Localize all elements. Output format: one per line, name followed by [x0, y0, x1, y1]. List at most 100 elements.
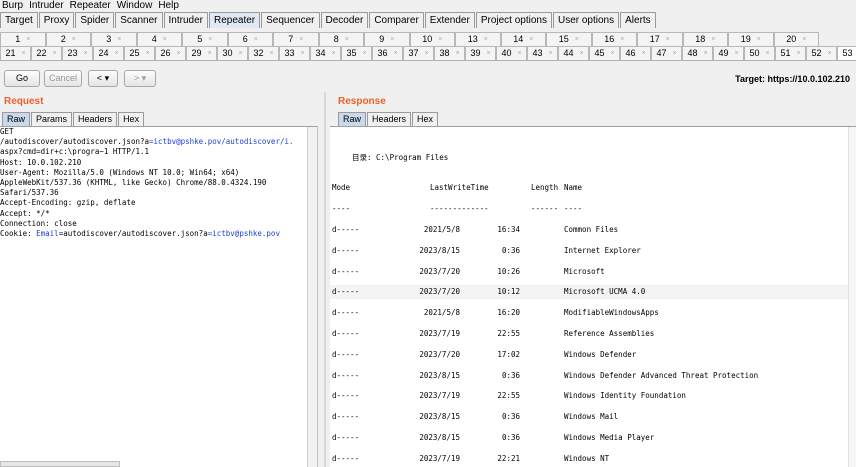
close-tab-icon[interactable]: × [207, 47, 211, 60]
close-tab-icon[interactable]: × [711, 33, 715, 46]
tab-proxy[interactable]: Proxy [38, 12, 75, 28]
close-tab-icon[interactable]: × [299, 33, 303, 46]
menu-intruder[interactable]: Intruder [29, 0, 63, 11]
request-tab-53[interactable]: 53× [837, 46, 856, 60]
close-tab-icon[interactable]: × [254, 33, 258, 46]
request-tab-6[interactable]: 6 × [227, 32, 273, 46]
tab-decoder[interactable]: Decoder [320, 12, 369, 28]
request-tab-34[interactable]: 34 × [310, 46, 341, 60]
tab-project-options[interactable]: Project options [475, 12, 552, 28]
close-tab-icon[interactable]: × [672, 47, 676, 60]
request-tab-38[interactable]: 38 × [434, 46, 465, 60]
request-tab-37[interactable]: 37 × [403, 46, 434, 60]
close-tab-icon[interactable]: × [21, 47, 25, 60]
close-tab-icon[interactable]: × [827, 47, 831, 60]
request-tab-20[interactable]: 20 × [773, 32, 819, 46]
close-tab-icon[interactable]: × [117, 33, 121, 46]
request-tab-18[interactable]: 18 × [682, 32, 728, 46]
close-tab-icon[interactable]: × [52, 47, 56, 60]
close-tab-icon[interactable]: × [802, 33, 806, 46]
request-tab-30[interactable]: 30 × [217, 46, 248, 60]
request-tab-8[interactable]: 8 × [318, 32, 364, 46]
close-tab-icon[interactable]: × [548, 47, 552, 60]
close-tab-icon[interactable]: × [424, 47, 428, 60]
tab-user-options[interactable]: User options [552, 12, 620, 28]
split-divider[interactable] [324, 92, 326, 467]
request-tab-params[interactable]: Params [31, 112, 73, 126]
request-tab-44[interactable]: 44 × [558, 46, 589, 60]
back-button[interactable]: < ▾ [88, 70, 118, 87]
request-vertical-scrollbar[interactable] [307, 127, 317, 467]
request-tab-22[interactable]: 22 × [31, 46, 62, 60]
request-tab-49[interactable]: 49 × [713, 46, 744, 60]
close-tab-icon[interactable]: × [796, 47, 800, 60]
close-tab-icon[interactable]: × [486, 47, 490, 60]
request-tab-3[interactable]: 3 × [91, 32, 137, 46]
tab-spider[interactable]: Spider [75, 12, 115, 28]
tab-comparer[interactable]: Comparer [369, 12, 424, 28]
request-tab-25[interactable]: 25 × [124, 46, 155, 60]
menu-burp[interactable]: Burp [2, 0, 23, 11]
close-tab-icon[interactable]: × [484, 33, 488, 46]
request-tab-7[interactable]: 7 × [273, 32, 319, 46]
request-tab-2[interactable]: 2 × [45, 32, 91, 46]
close-tab-icon[interactable]: × [575, 33, 579, 46]
close-tab-icon[interactable]: × [765, 47, 769, 60]
request-tab-1[interactable]: 1 × [0, 32, 46, 46]
close-tab-icon[interactable]: × [345, 33, 349, 46]
response-tab-headers[interactable]: Headers [367, 112, 412, 126]
close-tab-icon[interactable]: × [641, 47, 645, 60]
request-tab-26[interactable]: 26 × [155, 46, 186, 60]
request-tab-52[interactable]: 52 × [806, 46, 837, 60]
close-tab-icon[interactable]: × [393, 47, 397, 60]
tab-target[interactable]: Target [0, 12, 38, 28]
close-tab-icon[interactable]: × [300, 47, 304, 60]
request-tab-47[interactable]: 47 × [651, 46, 682, 60]
cancel-button[interactable]: Cancel [44, 70, 82, 87]
request-text[interactable]: GET/autodiscover/autodiscover.json?a=ict… [0, 127, 317, 239]
menu-help[interactable]: Help [158, 0, 179, 11]
request-tab-33[interactable]: 33 × [279, 46, 310, 60]
menu-repeater[interactable]: Repeater [70, 0, 111, 11]
request-tab-hex[interactable]: Hex [118, 112, 145, 126]
target-label[interactable]: Target: https://10.0.102.210 [735, 74, 850, 84]
close-tab-icon[interactable]: × [208, 33, 212, 46]
menu-window[interactable]: Window [117, 0, 153, 11]
request-tab-headers[interactable]: Headers [73, 112, 118, 126]
tab-extender[interactable]: Extender [424, 12, 475, 28]
response-editor[interactable]: 目录: C:\Program Files Mode LastWriteTime … [330, 126, 856, 467]
request-tab-raw[interactable]: Raw [2, 112, 31, 126]
close-tab-icon[interactable]: × [438, 33, 442, 46]
request-tab-24[interactable]: 24 × [93, 46, 124, 60]
request-editor[interactable]: GET/autodiscover/autodiscover.json?a=ict… [0, 126, 318, 467]
request-tab-40[interactable]: 40 × [496, 46, 527, 60]
request-tab-39[interactable]: 39 × [465, 46, 496, 60]
request-tab-13[interactable]: 13 × [455, 32, 501, 46]
request-tab-46[interactable]: 46 × [620, 46, 651, 60]
request-tab-17[interactable]: 17 × [637, 32, 683, 46]
tab-intruder[interactable]: Intruder [163, 12, 208, 28]
close-tab-icon[interactable]: × [734, 47, 738, 60]
close-tab-icon[interactable]: × [517, 47, 521, 60]
close-tab-icon[interactable]: × [238, 47, 242, 60]
tab-repeater[interactable]: Repeater [208, 12, 261, 28]
request-tab-23[interactable]: 23 × [62, 46, 93, 60]
close-tab-icon[interactable]: × [579, 47, 583, 60]
request-tab-19[interactable]: 19 × [728, 32, 774, 46]
close-tab-icon[interactable]: × [83, 47, 87, 60]
request-tab-45[interactable]: 45 × [589, 46, 620, 60]
request-tab-5[interactable]: 5 × [182, 32, 228, 46]
close-tab-icon[interactable]: × [390, 33, 394, 46]
response-tab-hex[interactable]: Hex [412, 112, 439, 126]
request-tab-10[interactable]: 10 × [409, 32, 455, 46]
close-tab-icon[interactable]: × [362, 47, 366, 60]
request-tab-29[interactable]: 29 × [186, 46, 217, 60]
tab-scanner[interactable]: Scanner [115, 12, 163, 28]
request-tab-14[interactable]: 14 × [500, 32, 546, 46]
request-tab-4[interactable]: 4 × [136, 32, 182, 46]
close-tab-icon[interactable]: × [455, 47, 459, 60]
request-tab-21[interactable]: 21 × [0, 46, 31, 60]
close-tab-icon[interactable]: × [757, 33, 761, 46]
forward-button[interactable]: > ▾ [124, 70, 156, 87]
close-tab-icon[interactable]: × [145, 47, 149, 60]
